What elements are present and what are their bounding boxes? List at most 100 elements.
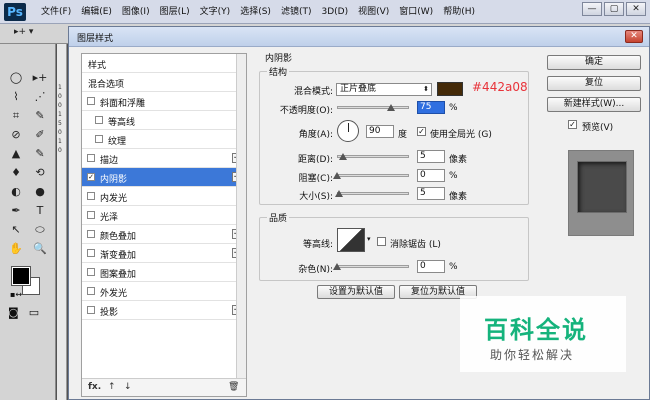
tool-icon[interactable]: ⌗ <box>4 106 28 125</box>
choke-slider[interactable] <box>337 174 409 177</box>
dialog-titlebar[interactable]: 图层样式 ✕ <box>69 27 649 47</box>
move-up-icon[interactable]: ↑ <box>108 382 116 392</box>
tool-icon[interactable]: T <box>28 201 52 220</box>
foreground-color-swatch[interactable] <box>11 266 31 286</box>
fx-icon[interactable]: fx. <box>88 382 101 392</box>
style-checkbox[interactable] <box>87 192 95 200</box>
preview-checkbox[interactable]: ✓ <box>568 120 577 129</box>
contour-picker[interactable] <box>337 228 365 252</box>
menu-item[interactable]: 视图(V) <box>353 0 394 24</box>
angle-dial[interactable] <box>337 120 359 142</box>
style-checkbox[interactable] <box>87 287 95 295</box>
style-list-scrollbar[interactable] <box>236 54 246 396</box>
noise-input[interactable]: 0 <box>417 260 445 273</box>
style-checkbox[interactable] <box>87 211 95 219</box>
style-checkbox[interactable] <box>87 306 95 314</box>
move-tool-preset[interactable]: ▸+ ▾ <box>14 27 33 37</box>
reset-button[interactable]: 复位 <box>547 76 641 91</box>
tool-icon[interactable]: ⊘ <box>4 125 28 144</box>
style-list-item[interactable]: 颜色叠加+ <box>82 225 246 244</box>
set-default-button[interactable]: 设置为默认值 <box>317 285 395 299</box>
menu-item[interactable]: 图像(I) <box>117 0 155 24</box>
tool-icon[interactable]: ✋ <box>4 239 28 258</box>
style-list-item[interactable]: 内发光 <box>82 187 246 206</box>
trash-icon[interactable]: 🗑 <box>228 382 239 392</box>
distance-slider-knob[interactable] <box>339 153 347 160</box>
opacity-input[interactable]: 75 <box>417 101 445 114</box>
tool-icon[interactable]: ⬭ <box>28 220 52 239</box>
style-checkbox[interactable] <box>87 97 95 105</box>
menu-item[interactable]: 选择(S) <box>235 0 276 24</box>
style-checkbox[interactable] <box>87 154 95 162</box>
distance-slider[interactable] <box>337 155 409 158</box>
opacity-slider-knob[interactable] <box>387 104 395 111</box>
distance-input[interactable]: 5 <box>417 150 445 163</box>
close-window-button[interactable]: ✕ <box>626 2 646 16</box>
tool-icon[interactable]: ↖ <box>4 220 28 239</box>
opacity-slider[interactable] <box>337 106 409 109</box>
style-list-item[interactable]: 光泽 <box>82 206 246 225</box>
style-list-item[interactable]: 纹理 <box>82 130 246 149</box>
tool-icon[interactable]: ♦ <box>4 163 28 182</box>
tool-icon[interactable]: ▸+ <box>28 68 52 87</box>
style-checkbox[interactable] <box>87 268 95 276</box>
style-checkbox[interactable]: ✓ <box>87 173 95 181</box>
style-list-item[interactable]: 外发光 <box>82 282 246 301</box>
tool-icon[interactable]: ⋰ <box>28 87 52 106</box>
menu-item[interactable]: 3D(D) <box>316 0 353 24</box>
tool-icon[interactable]: ✒ <box>4 201 28 220</box>
minimize-button[interactable]: — <box>582 2 602 16</box>
quick-mask-icon[interactable]: ◙ <box>8 306 19 319</box>
style-list-item[interactable]: 斜面和浮雕 <box>82 92 246 111</box>
menu-item[interactable]: 文件(F) <box>36 0 76 24</box>
tool-icon[interactable]: ✎ <box>28 106 52 125</box>
shadow-color-swatch[interactable] <box>437 82 463 96</box>
size-input[interactable]: 5 <box>417 187 445 200</box>
noise-slider[interactable] <box>337 265 409 268</box>
ok-button[interactable]: 确定 <box>547 55 641 70</box>
menu-item[interactable]: 编辑(E) <box>76 0 117 24</box>
choke-slider-knob[interactable] <box>333 172 341 179</box>
tool-icon[interactable]: 🔍 <box>28 239 52 258</box>
style-list-item[interactable]: 投影+ <box>82 301 246 320</box>
style-list-item[interactable]: 图案叠加 <box>82 263 246 282</box>
tool-icon[interactable]: ◯ <box>4 68 28 87</box>
angle-input[interactable]: 90 <box>366 125 394 138</box>
style-list-item[interactable]: 混合选项 <box>82 73 246 92</box>
menu-item[interactable]: 窗口(W) <box>394 0 438 24</box>
blend-mode-select[interactable]: 正片叠底 ⬍ <box>336 83 432 96</box>
dialog-close-button[interactable]: ✕ <box>625 30 643 43</box>
contour-chevron-icon[interactable]: ▾ <box>367 235 371 243</box>
maximize-button[interactable]: ▢ <box>604 2 624 16</box>
style-list-item[interactable]: 渐变叠加+ <box>82 244 246 263</box>
tool-icon[interactable]: ◐ <box>4 182 28 201</box>
swap-colors-icon[interactable]: ▪↔ <box>10 290 22 299</box>
size-slider[interactable] <box>337 192 409 195</box>
tool-icon[interactable]: ● <box>28 182 52 201</box>
menu-item[interactable]: 滤镜(T) <box>276 0 317 24</box>
noise-slider-knob[interactable] <box>333 263 341 270</box>
tool-icon[interactable]: ✎ <box>28 144 52 163</box>
tool-icon[interactable]: ⌇ <box>4 87 28 106</box>
size-slider-knob[interactable] <box>335 190 343 197</box>
antialias-checkbox[interactable] <box>377 237 386 246</box>
style-list-item[interactable]: 等高线 <box>82 111 246 130</box>
style-checkbox[interactable] <box>95 116 103 124</box>
style-list-item[interactable]: 样式 <box>82 54 246 73</box>
style-list-item[interactable]: ✓内阴影+ <box>82 168 246 187</box>
style-checkbox[interactable] <box>95 135 103 143</box>
menu-item[interactable]: 帮助(H) <box>438 0 480 24</box>
tool-icon[interactable]: ▲ <box>4 144 28 163</box>
style-checkbox[interactable] <box>87 249 95 257</box>
screen-mode-icon[interactable]: ▭ <box>29 306 39 319</box>
style-list-item[interactable]: 描边+ <box>82 149 246 168</box>
menu-item[interactable]: 图层(L) <box>155 0 195 24</box>
tool-icon[interactable]: ⟲ <box>28 163 52 182</box>
choke-input[interactable]: 0 <box>417 169 445 182</box>
global-light-checkbox[interactable]: ✓ <box>417 127 426 136</box>
new-style-button[interactable]: 新建样式(W)... <box>547 97 641 112</box>
style-checkbox[interactable] <box>87 230 95 238</box>
move-down-icon[interactable]: ↓ <box>124 382 132 392</box>
tool-icon[interactable]: ✐ <box>28 125 52 144</box>
menu-item[interactable]: 文字(Y) <box>195 0 236 24</box>
